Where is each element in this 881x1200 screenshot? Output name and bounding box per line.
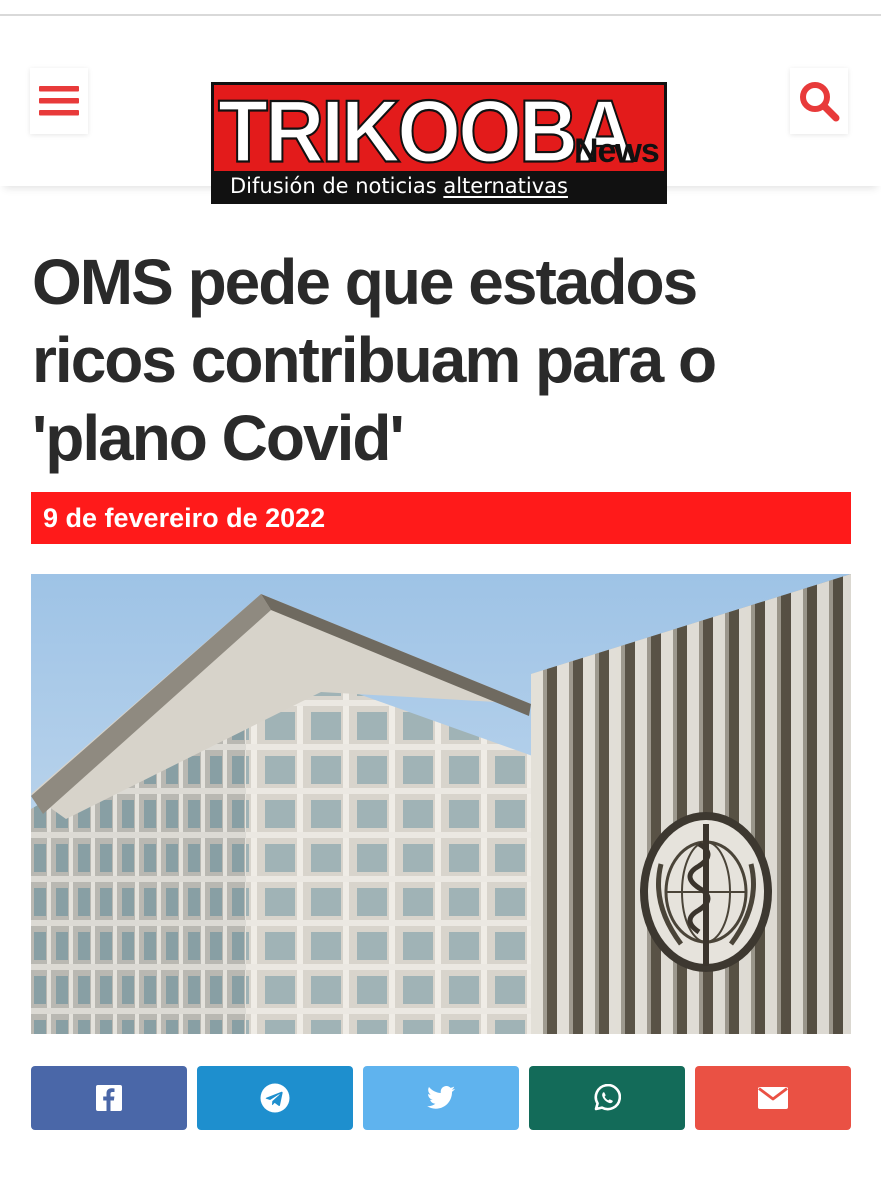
telegram-share-button[interactable]	[197, 1066, 353, 1130]
menu-button[interactable]	[30, 68, 88, 134]
article-date: 9 de fevereiro de 2022	[31, 492, 851, 544]
email-icon	[758, 1087, 788, 1109]
article-hero-image	[31, 574, 851, 1034]
article-title: OMS pede que estados ricos contribuam pa…	[32, 246, 717, 474]
logo-tagline-prefix: Difusión de noticias	[230, 174, 444, 198]
hamburger-menu-icon	[39, 86, 79, 116]
search-button[interactable]	[790, 68, 848, 134]
facebook-share-button[interactable]	[31, 1066, 187, 1130]
site-logo[interactable]: TRIKOOBA News Difusión de noticias alter…	[211, 82, 667, 204]
whatsapp-icon	[594, 1084, 621, 1111]
logo-brand-text: TRIKOOBA	[217, 82, 635, 182]
logo-news-text: News	[574, 132, 660, 170]
logo-tagline-emphasis: alternativas	[443, 174, 568, 198]
share-buttons	[31, 1066, 851, 1130]
whatsapp-share-button[interactable]	[529, 1066, 685, 1130]
logo-tagline: Difusión de noticias alternativas	[214, 171, 664, 201]
twitter-share-button[interactable]	[363, 1066, 519, 1130]
email-share-button[interactable]	[695, 1066, 851, 1130]
top-divider	[0, 14, 881, 16]
facebook-icon	[96, 1085, 122, 1111]
search-icon	[800, 82, 840, 122]
telegram-icon	[260, 1083, 290, 1113]
twitter-icon	[427, 1086, 455, 1109]
site-header: TRIKOOBA News Difusión de noticias alter…	[0, 44, 881, 204]
